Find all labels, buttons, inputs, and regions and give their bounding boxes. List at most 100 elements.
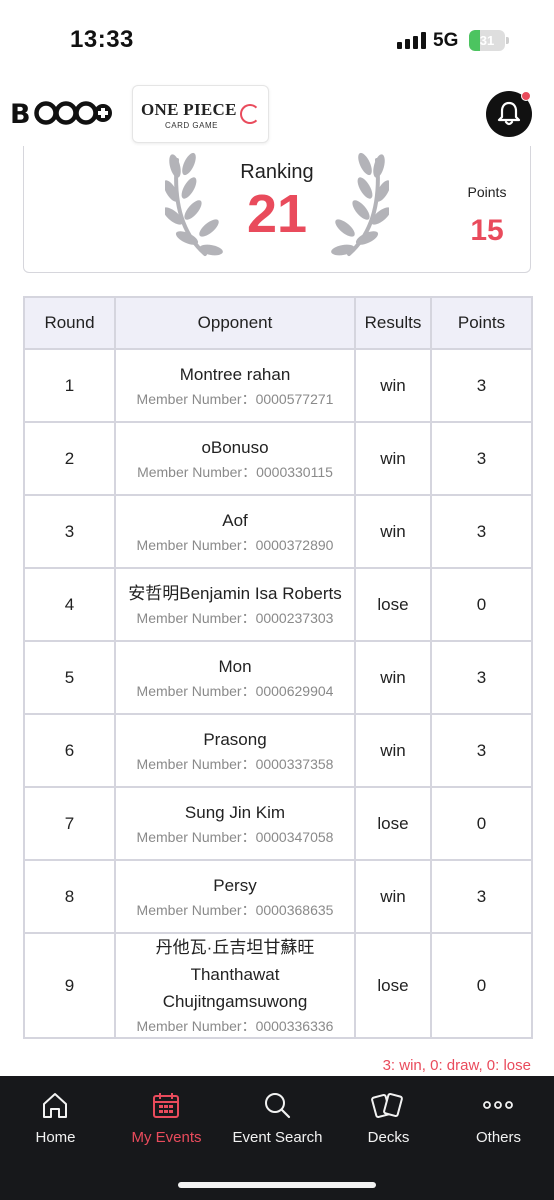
table-row: 3 Aof Member Number：0000372890 win 3	[23, 494, 533, 569]
table-row: 6 Prasong Member Number：0000337358 win 3	[23, 713, 533, 788]
table-header-row: Round Opponent Results Points	[23, 296, 533, 350]
ranking-label: Ranking	[240, 161, 314, 183]
calendar-icon	[147, 1088, 185, 1122]
bandai-tcg-plus-logo[interactable]: B	[10, 98, 114, 135]
battery-level: 31	[479, 33, 495, 48]
opponent-name: Persy	[213, 876, 257, 895]
points-cell: 0	[430, 932, 533, 1039]
result-cell: win	[354, 421, 432, 496]
round-cell: 4	[23, 567, 116, 642]
round-cell: 2	[23, 421, 116, 496]
member-number: Member Number：0000237303	[136, 610, 334, 626]
result-cell: lose	[354, 932, 432, 1039]
nav-label-event-search: Event Search	[232, 1129, 323, 1146]
status-bar: 13:33 5G 31	[0, 0, 554, 80]
result-cell: lose	[354, 786, 432, 861]
header-results: Results	[354, 296, 432, 350]
points-cell: 0	[430, 786, 533, 861]
nav-item-home[interactable]: Home	[0, 1076, 111, 1166]
member-number: Member Number：0000336336	[136, 1018, 334, 1034]
round-cell: 7	[23, 786, 116, 861]
round-cell: 6	[23, 713, 116, 788]
points-label: Points	[467, 184, 507, 200]
opponent-name: 丹他瓦·丘吉坦甘蘇旺 Thanthawat Chujitngamsuwong	[155, 938, 315, 1011]
results-table: Round Opponent Results Points 1 Montree …	[23, 296, 533, 1039]
more-icon	[479, 1088, 517, 1122]
opponent-name: Sung Jin Kim	[184, 803, 286, 822]
points-legend-note: 3: win, 0: draw, 0: lose	[382, 1057, 531, 1074]
nav-item-my-events[interactable]: My Events	[111, 1076, 222, 1166]
opponent-cell: Sung Jin Kim Member Number：0000347058	[114, 786, 356, 861]
nav-item-others[interactable]: Others	[443, 1076, 554, 1166]
notifications-button[interactable]	[486, 91, 532, 137]
app-header: B ONE PIECE CARD GAME	[0, 80, 554, 146]
refresh-swirl-icon	[240, 104, 260, 124]
search-icon	[258, 1088, 296, 1122]
table-row: 4 安哲明Benjamin Isa Roberts Member Number：0…	[23, 567, 533, 642]
round-cell: 8	[23, 859, 116, 934]
nav-label-home: Home	[35, 1129, 76, 1146]
points-cell: 3	[430, 859, 533, 934]
opponent-name: Mon	[218, 657, 252, 676]
table-row: 5 Mon Member Number：0000629904 win 3	[23, 640, 533, 715]
opponent-cell: Montree rahan Member Number：0000577271	[114, 348, 356, 423]
member-number: Member Number：0000629904	[136, 683, 334, 699]
round-cell: 1	[23, 348, 116, 423]
nav-item-event-search[interactable]: Event Search	[222, 1076, 333, 1166]
result-cell: win	[354, 640, 432, 715]
brand-logo-letter: B	[10, 99, 30, 128]
member-number: Member Number：0000372890	[136, 537, 334, 553]
battery-icon: 31	[469, 30, 509, 51]
notification-badge	[521, 91, 531, 101]
table-row: 1 Montree rahan Member Number：0000577271 …	[23, 348, 533, 423]
member-number: Member Number：0000368635	[136, 902, 334, 918]
member-number: Member Number：0000347058	[136, 829, 334, 845]
opponent-cell: Mon Member Number：0000629904	[114, 640, 356, 715]
header-round: Round	[23, 296, 116, 350]
ranking-value: 21	[246, 184, 308, 244]
header-points: Points	[430, 296, 533, 350]
points-cell: 3	[430, 348, 533, 423]
opponent-name: Montree rahan	[179, 365, 291, 384]
points-cell: 0	[430, 567, 533, 642]
home-icon	[36, 1088, 74, 1122]
nav-label-others: Others	[475, 1129, 521, 1146]
points-value: 15	[470, 214, 504, 247]
points-cell: 3	[430, 640, 533, 715]
member-number: Member Number：0000577271	[136, 391, 334, 407]
opponent-cell: Aof Member Number：0000372890	[114, 494, 356, 569]
table-row: 7 Sung Jin Kim Member Number：0000347058 l…	[23, 786, 533, 861]
nav-label-decks: Decks	[367, 1129, 410, 1146]
points-cell: 3	[430, 421, 533, 496]
round-cell: 3	[23, 494, 116, 569]
bottom-nav: Home My Events Event Search Decks Others	[0, 1076, 554, 1200]
points-cell: 3	[430, 494, 533, 569]
round-cell: 9	[23, 932, 116, 1039]
network-type: 5G	[433, 30, 459, 51]
table-row: 2 oBonuso Member Number：0000330115 win 3	[23, 421, 533, 496]
opponent-name: oBonuso	[201, 438, 269, 457]
home-indicator[interactable]	[178, 1182, 376, 1188]
header-opponent: Opponent	[114, 296, 356, 350]
nav-label-my-events: My Events	[131, 1129, 202, 1146]
table-row: 9 丹他瓦·丘吉坦甘蘇旺 Thanthawat Chujitngamsuwong…	[23, 932, 533, 1039]
opponent-name: Aof	[222, 511, 248, 530]
one-piece-card-game-logo[interactable]: ONE PIECE CARD GAME	[132, 85, 269, 143]
game-logo-title: ONE PIECE	[141, 100, 237, 119]
opponent-name: 安哲明Benjamin Isa Roberts	[128, 584, 342, 603]
status-time: 13:33	[70, 26, 134, 53]
round-cell: 5	[23, 640, 116, 715]
result-cell: win	[354, 713, 432, 788]
opponent-name: Prasong	[203, 730, 267, 749]
signal-strength-icon	[397, 32, 426, 49]
points-cell: 3	[430, 713, 533, 788]
opponent-cell: 丹他瓦·丘吉坦甘蘇旺 Thanthawat Chujitngamsuwong Me…	[114, 932, 356, 1039]
result-cell: win	[354, 494, 432, 569]
cards-icon	[369, 1088, 407, 1122]
opponent-cell: Persy Member Number：0000368635	[114, 859, 356, 934]
opponent-cell: Prasong Member Number：0000337358	[114, 713, 356, 788]
table-row: 8 Persy Member Number：0000368635 win 3	[23, 859, 533, 934]
result-cell: lose	[354, 567, 432, 642]
result-cell: win	[354, 348, 432, 423]
nav-item-decks[interactable]: Decks	[333, 1076, 444, 1166]
